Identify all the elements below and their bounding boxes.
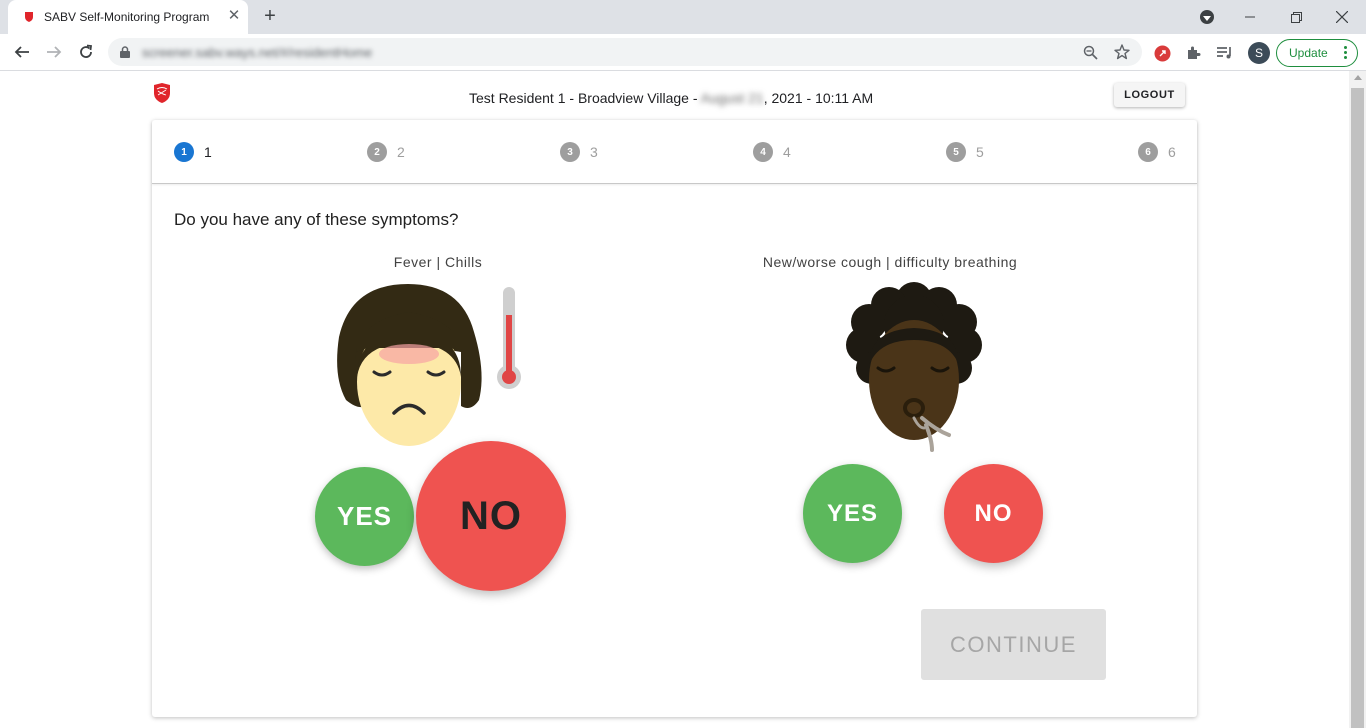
step-number: 2	[367, 142, 387, 162]
scroll-up-icon[interactable]	[1354, 75, 1362, 80]
scroll-thumb[interactable]	[1351, 88, 1364, 728]
step-label: 4	[783, 144, 791, 160]
update-button[interactable]: Update	[1276, 39, 1358, 67]
screening-card: 1 1 2 2 3 3 4 4 5 5 6 6 Do you have any …	[152, 120, 1197, 717]
shield-favicon-icon	[25, 12, 33, 22]
step-4[interactable]: 4 4	[753, 142, 791, 162]
step-6[interactable]: 6 6	[1138, 142, 1176, 162]
more-menu-icon[interactable]	[1344, 46, 1347, 60]
new-tab-icon[interactable]: +	[260, 6, 280, 26]
resident-info-header: Test Resident 1 - Broadview Village - Au…	[469, 90, 873, 106]
cough-face-icon	[846, 282, 982, 452]
thermometer-icon	[497, 287, 521, 389]
salvation-army-logo	[154, 83, 170, 103]
step-5[interactable]: 5 5	[946, 142, 984, 162]
step-number: 1	[174, 142, 194, 162]
forward-icon[interactable]	[42, 40, 66, 64]
update-label: Update	[1289, 46, 1328, 60]
symptom-label-cough: New/worse cough | difficulty breathing	[762, 254, 1018, 270]
step-1[interactable]: 1 1	[174, 142, 212, 162]
step-number: 4	[753, 142, 773, 162]
resident-info-text: Test Resident 1 - Broadview Village -	[469, 90, 701, 106]
profile-avatar[interactable]: S	[1248, 42, 1270, 64]
continue-button[interactable]: CONTINUE	[921, 609, 1106, 680]
step-number: 3	[560, 142, 580, 162]
step-2[interactable]: 2 2	[367, 142, 405, 162]
step-label: 3	[590, 144, 598, 160]
tab-title: SABV Self-Monitoring Program	[44, 10, 210, 24]
question-heading: Do you have any of these symptoms?	[174, 210, 459, 229]
extensions-puzzle-icon[interactable]	[1184, 43, 1204, 63]
back-icon[interactable]	[10, 40, 34, 64]
step-label: 2	[397, 144, 405, 160]
cough-yes-button[interactable]: YES	[803, 464, 902, 563]
browser-tabstrip: SABV Self-Monitoring Program ✕ +	[0, 0, 1366, 34]
tab-search-icon[interactable]	[1200, 10, 1214, 24]
address-bar[interactable]: screener.sabv.ways.net/#/residentHome	[108, 38, 1142, 66]
lock-icon	[120, 46, 130, 58]
step-3[interactable]: 3 3	[560, 142, 598, 162]
url-text: screener.sabv.ways.net/#/residentHome	[142, 45, 373, 60]
browser-tab[interactable]: SABV Self-Monitoring Program ✕	[8, 0, 248, 34]
page-scrollbar[interactable]	[1349, 71, 1366, 728]
minimize-icon[interactable]	[1227, 4, 1273, 30]
reload-icon[interactable]	[74, 40, 98, 64]
logout-button[interactable]: LOGOUT	[1114, 83, 1185, 107]
bookmark-star-icon[interactable]	[1113, 43, 1131, 61]
browser-toolbar: screener.sabv.ways.net/#/residentHome S …	[0, 34, 1366, 71]
zoom-icon[interactable]	[1081, 43, 1099, 61]
date-time-text: , 2021 - 10:11 AM	[763, 90, 874, 106]
media-queue-icon[interactable]	[1215, 43, 1235, 63]
fever-no-button[interactable]: NO	[416, 441, 566, 591]
step-label: 6	[1168, 144, 1176, 160]
stepper: 1 1 2 2 3 3 4 4 5 5 6 6	[152, 120, 1197, 184]
step-number: 6	[1138, 142, 1158, 162]
tab-close-icon[interactable]: ✕	[226, 8, 242, 24]
step-label: 1	[204, 144, 212, 160]
restore-icon[interactable]	[1273, 4, 1319, 30]
close-window-icon[interactable]	[1319, 4, 1365, 30]
fever-yes-button[interactable]: YES	[315, 467, 414, 566]
date-redacted: August 21	[700, 90, 764, 106]
extension-red-icon[interactable]	[1152, 43, 1172, 63]
cough-no-button[interactable]: NO	[944, 464, 1043, 563]
symptom-label-fever: Fever | Chills	[393, 254, 483, 270]
step-number: 5	[946, 142, 966, 162]
step-label: 5	[976, 144, 984, 160]
